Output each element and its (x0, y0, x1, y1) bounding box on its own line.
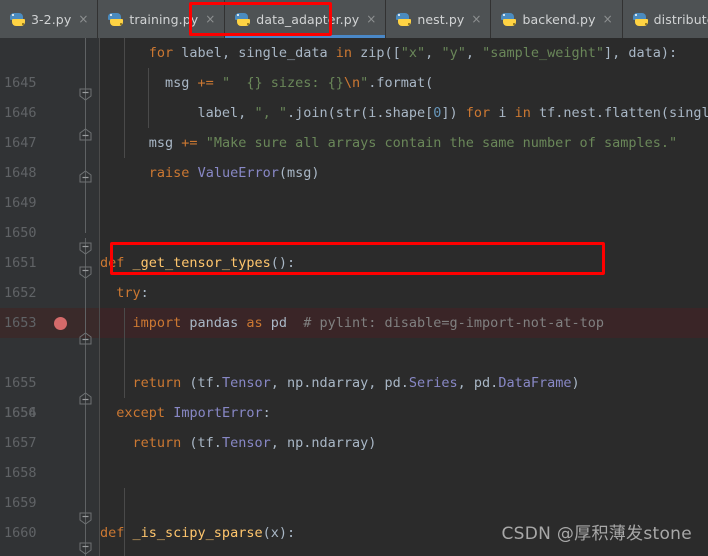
line-number: 1649 (4, 195, 37, 211)
code-line[interactable]: 1650 (0, 188, 708, 241)
line-number: 1660 (4, 525, 37, 541)
code-line[interactable]: 1646 msg += " {} sizes: {}\n".format( (0, 68, 708, 121)
code-line[interactable]: 1658 return (tf.Tensor, np.ndarray) (0, 428, 708, 481)
editor-tab-3-2-py[interactable]: 3-2.py × (0, 0, 99, 38)
code-line[interactable]: 1659 (0, 458, 708, 511)
code-line-text: label, ", ".join(str(i.shape[0]) for i i… (100, 105, 708, 121)
line-number: 1650 (4, 225, 37, 241)
code-line-text: try: (116, 285, 149, 301)
editor-tab-nest-py[interactable]: nest.py × (386, 0, 492, 38)
code-line-text: try: (100, 548, 149, 556)
line-number: 1657 (4, 435, 37, 451)
editor-tab-label: data_adapter.py (256, 11, 360, 27)
close-icon[interactable]: × (205, 13, 215, 25)
code-line[interactable]: 1652 def _get_tensor_types(): (0, 248, 708, 301)
fold-marker-collapse-icon[interactable] (79, 242, 92, 255)
fold-marker-collapse-icon[interactable] (79, 542, 92, 555)
line-number: 1647 (4, 135, 37, 151)
editor-tab-label: training.py (129, 11, 199, 27)
code-line[interactable]: 1651 (0, 218, 708, 271)
close-icon[interactable]: × (603, 13, 613, 25)
editor-tab-data-adapter-py[interactable]: data_adapter.py × (225, 0, 387, 38)
editor-tab-bar: 3-2.py × training.py × data_adapter.py ×… (0, 0, 708, 38)
code-line[interactable]: 1647 label, ", ".join(str(i.shape[0]) fo… (0, 98, 708, 151)
line-number: 1656 (4, 405, 37, 421)
editor-tab-label: backend.py (522, 11, 596, 27)
editor-tab-label: distribute_lib.py (653, 11, 708, 27)
fold-marker-collapse-icon[interactable] (79, 332, 92, 345)
code-line-text: msg += " {} sizes: {}\n".format( (100, 75, 434, 91)
python-file-icon (235, 12, 251, 27)
watermark-text: CSDN @厚积薄发stone (501, 524, 692, 544)
code-line[interactable]: 1645 for label, single_data in zip(["x",… (0, 38, 708, 91)
editor-tab-training-py[interactable]: training.py × (98, 0, 226, 38)
line-number: 1646 (4, 105, 37, 121)
code-editor[interactable]: 1645 for label, single_data in zip(["x",… (0, 38, 708, 556)
line-number: 1648 (4, 165, 37, 181)
fold-marker-collapse-icon[interactable] (79, 88, 92, 101)
editor-tab-label: nest.py (417, 11, 465, 27)
code-line[interactable]: 1649 raise ValueError(msg) (0, 158, 708, 211)
code-line-text: msg += "Make sure all arrays contain the… (100, 135, 678, 151)
code-line[interactable]: 1662 try: (0, 548, 708, 556)
python-file-icon (501, 12, 517, 27)
line-number: 1645 (4, 75, 37, 91)
close-icon[interactable]: × (471, 13, 481, 25)
fold-marker-collapse-icon[interactable] (79, 392, 92, 405)
code-line[interactable]: 1653 try: (0, 278, 708, 331)
code-line-text: for label, single_data in zip(["x", "y",… (148, 45, 678, 61)
code-line-text: return (tf.Tensor, np.ndarray, pd.Series… (132, 375, 580, 391)
code-line-text: def _is_scipy_sparse(x): (100, 525, 296, 541)
code-line[interactable]: 1648 msg += "Make sure all arrays contai… (0, 128, 708, 181)
fold-connector-line (85, 438, 86, 556)
editor-tab-distribute-lib-py[interactable]: distribute_lib.py × (622, 0, 708, 38)
code-line-text: return (tf.Tensor, np.ndarray) (132, 435, 377, 451)
line-number: 1653 (4, 315, 37, 331)
code-line[interactable]: 1660 (0, 488, 708, 541)
code-line[interactable]: 1657 except ImportError: (0, 398, 708, 451)
editor-tab-backend-py[interactable]: backend.py × (491, 0, 623, 38)
close-icon[interactable]: × (366, 13, 376, 25)
line-number: 1655 (4, 375, 37, 391)
code-line-text: def _get_tensor_types(): (100, 255, 296, 271)
close-icon[interactable]: × (78, 13, 88, 25)
breakpoint-icon[interactable] (54, 317, 67, 330)
python-file-icon (396, 12, 412, 27)
fold-marker-collapse-icon[interactable] (79, 170, 92, 183)
line-number: 1661 (0, 548, 46, 556)
code-line-text: raise ValueError(msg) (148, 165, 320, 181)
line-number: 1651 (4, 255, 37, 271)
python-file-icon (10, 12, 25, 27)
code-line-text: import pandas as pd # pylint: disable=g-… (132, 315, 604, 331)
fold-marker-collapse-icon[interactable] (79, 266, 92, 279)
code-line[interactable]: 1655 (0, 338, 708, 391)
fold-marker-collapse-icon[interactable] (79, 512, 92, 525)
fold-marker-collapse-icon[interactable] (79, 128, 92, 141)
code-line-highlighted[interactable]: 1654 import pandas as pd # pylint: disab… (0, 308, 708, 421)
editor-tab-label: 3-2.py (31, 11, 72, 27)
line-number: 1659 (4, 495, 37, 511)
code-line-text: except ImportError: (116, 405, 271, 421)
line-number: 1658 (4, 465, 37, 481)
line-number: 1652 (4, 285, 37, 301)
python-file-icon (108, 12, 124, 27)
python-file-icon (632, 12, 648, 27)
code-line[interactable]: 1656 return (tf.Tensor, np.ndarray, pd.S… (0, 368, 708, 421)
